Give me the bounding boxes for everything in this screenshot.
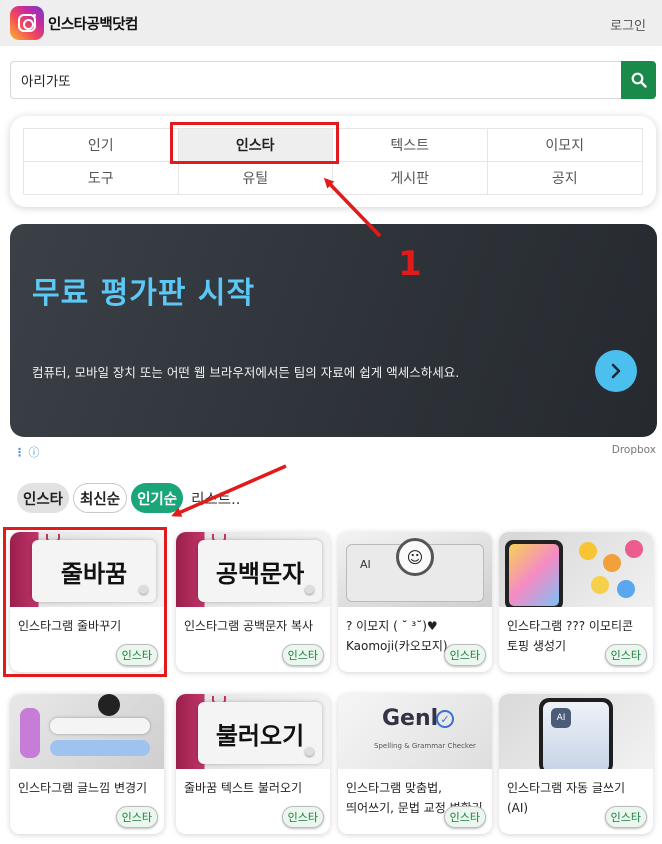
annotation-arrow-1 [323,177,382,238]
annotation-arrow-2 [171,464,287,517]
